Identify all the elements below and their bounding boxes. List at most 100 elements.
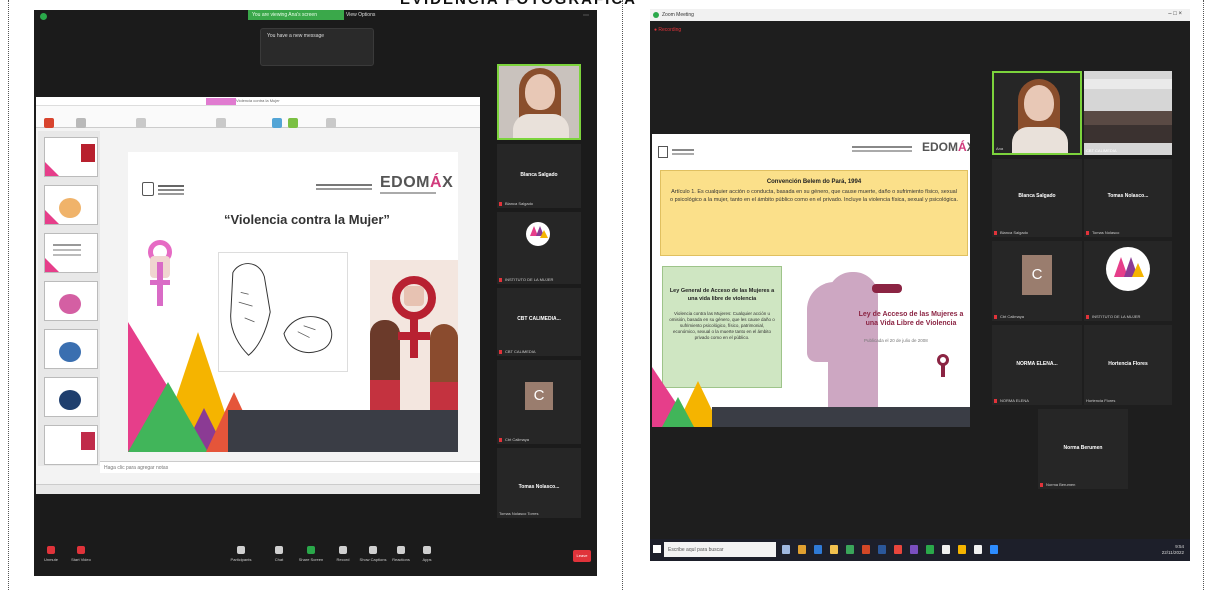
window-titlebar: Zoom Meeting – □ × bbox=[650, 9, 1190, 21]
participant-caption: CBT CALIMEDIA bbox=[1086, 148, 1117, 153]
chat-icon bbox=[275, 546, 283, 554]
zoom-taskbar-icon[interactable] bbox=[990, 545, 998, 554]
unmute-button[interactable]: Unmute bbox=[34, 546, 68, 562]
ppt-title-bar: Violencia contra la Mujer bbox=[36, 97, 480, 106]
app-icon[interactable] bbox=[974, 545, 982, 554]
apps-icon bbox=[423, 546, 431, 554]
ppt-ribbon bbox=[36, 106, 480, 128]
participant-tile[interactable]: Tomas Nolasco... Tomas Nolasco bbox=[1084, 159, 1172, 237]
teams-icon[interactable] bbox=[910, 545, 918, 554]
decor-triangle-green bbox=[128, 382, 208, 452]
participant-tile[interactable]: Hortencia Flores Hortencia Flores bbox=[1084, 325, 1172, 405]
participant-tile[interactable]: CBT CALIMEDIA... CBT CALIMEDIA bbox=[497, 288, 581, 356]
view-options-button[interactable]: View Options bbox=[346, 10, 375, 20]
apps-button[interactable]: Apps bbox=[410, 546, 444, 562]
participant-video-tile[interactable]: CBT CALIMEDIA bbox=[1084, 71, 1172, 155]
slide-footer-bar bbox=[228, 410, 458, 452]
window-title: Zoom Meeting bbox=[662, 12, 694, 18]
slide-thumbnail[interactable] bbox=[44, 329, 98, 369]
general-law-title: Ley General de Acceso de las Mujeres a u… bbox=[669, 288, 775, 302]
participant-caption: Norma Berumen bbox=[1046, 482, 1076, 487]
ppt-contextual-tab[interactable] bbox=[206, 98, 236, 105]
participants-button[interactable]: Participants bbox=[224, 546, 258, 562]
editing-icon[interactable] bbox=[326, 118, 336, 128]
slide-thumbnail[interactable] bbox=[44, 425, 98, 465]
windows-start-icon[interactable] bbox=[653, 545, 661, 553]
department-text bbox=[316, 184, 372, 186]
start-video-button[interactable]: Start Video bbox=[64, 546, 98, 562]
paste-icon[interactable] bbox=[44, 118, 54, 128]
participant-video-tile[interactable]: Ana bbox=[992, 71, 1082, 155]
file-explorer-icon[interactable] bbox=[798, 545, 806, 554]
participant-tile[interactable]: NORMA ELENA... NORMA ELENA bbox=[992, 325, 1082, 405]
new-slide-icon[interactable] bbox=[76, 118, 86, 128]
share-screen-button[interactable]: Share Screen bbox=[294, 546, 328, 562]
participant-tile[interactable]: Blanca Salgado Blanca Salgado bbox=[992, 159, 1082, 237]
ppt-status-bar bbox=[36, 484, 480, 494]
slide-thumbnail[interactable] bbox=[44, 137, 98, 177]
taskbar-search-input[interactable]: Escribe aquí para buscar bbox=[664, 542, 776, 557]
slide-thumbnail[interactable] bbox=[44, 233, 98, 273]
folder-icon[interactable] bbox=[830, 545, 838, 554]
leave-button[interactable]: Leave bbox=[573, 550, 591, 562]
muted-mic-icon bbox=[499, 278, 502, 282]
muted-mic-icon bbox=[499, 202, 502, 206]
participant-caption: CBT CALIMEDIA bbox=[505, 349, 536, 354]
edomex-tagline bbox=[380, 192, 436, 194]
excel-icon[interactable] bbox=[846, 545, 854, 554]
whatsapp-icon[interactable] bbox=[926, 545, 934, 554]
window-controls[interactable]: – □ × bbox=[1168, 11, 1182, 17]
shapes-icon[interactable] bbox=[272, 118, 282, 128]
participant-caption: INSTITUTO DE LA MUJER bbox=[505, 277, 554, 282]
app-icon[interactable] bbox=[958, 545, 966, 554]
participant-tile[interactable]: Blanca Salgado Blanca Salgado bbox=[497, 144, 581, 208]
convention-title: Convención Belem do Pará, 1994 bbox=[766, 179, 862, 185]
participant-tile[interactable]: C Cbt Calimaya bbox=[992, 241, 1082, 321]
font-icon[interactable] bbox=[136, 118, 146, 128]
app-icon[interactable] bbox=[942, 545, 950, 554]
participants-icon bbox=[237, 546, 245, 554]
slide-thumbnails bbox=[38, 131, 100, 466]
participant-tile[interactable]: Norma Berumen Norma Berumen bbox=[1038, 409, 1128, 489]
general-law-text: Violencia contra las Mujeres: Cualquier … bbox=[669, 311, 775, 340]
muted-mic-icon bbox=[994, 399, 997, 403]
participant-tile[interactable]: Tomas Nolasco... Tomas Nolasco Torres bbox=[497, 448, 581, 518]
word-icon[interactable] bbox=[878, 545, 886, 554]
participant-name: Blanca Salgado bbox=[1018, 193, 1056, 199]
section-pill bbox=[872, 284, 902, 293]
muted-mic-icon bbox=[499, 438, 502, 442]
edge-icon[interactable] bbox=[814, 545, 822, 554]
chat-button[interactable]: Chat bbox=[262, 546, 296, 562]
notes-field[interactable]: Haga clic para agregar notas bbox=[100, 461, 480, 473]
arrange-icon[interactable] bbox=[288, 118, 298, 128]
more-icon[interactable]: ⋯ bbox=[583, 12, 589, 19]
screen-share-banner[interactable]: You are viewing Ana's screen bbox=[248, 10, 344, 20]
participant-name: Hortencia Flores bbox=[1108, 361, 1148, 367]
participant-tile[interactable]: C Cbt Calimaya bbox=[497, 360, 581, 444]
powerpoint-icon[interactable] bbox=[862, 545, 870, 554]
muted-mic-icon bbox=[1086, 231, 1089, 235]
shared-slide: EDOMÁX Convención Belem do Pará, 1994 Ar… bbox=[652, 134, 970, 427]
edomex-avatar bbox=[526, 222, 550, 246]
edomex-logo: EDOMÁX bbox=[922, 140, 970, 154]
slide-thumbnail[interactable] bbox=[44, 185, 98, 225]
participant-tile[interactable]: INSTITUTO DE LA MUJER bbox=[497, 212, 581, 284]
slide-title: “Violencia contra la Mujer” bbox=[224, 212, 390, 227]
participant-caption: Tomas Nolasco Torres bbox=[499, 511, 539, 516]
chrome-icon[interactable] bbox=[894, 545, 902, 554]
participant-caption: Blanca Salgado bbox=[505, 201, 534, 206]
participant-caption: Hortencia Flores bbox=[1086, 398, 1116, 403]
system-tray[interactable]: 9:54 22/11/2022 bbox=[1162, 544, 1184, 556]
participant-tile[interactable]: INSTITUTO DE LA MUJER bbox=[1084, 241, 1172, 321]
state-law-date: Publicada el 20 de julio de 2008 bbox=[864, 338, 928, 343]
windows-taskbar: Escribe aquí para buscar 9:54 22/11/2022 bbox=[650, 539, 1190, 561]
participant-caption: Blanca Salgado bbox=[1000, 230, 1029, 235]
paragraph-icon[interactable] bbox=[216, 118, 226, 128]
chat-notification[interactable]: You have a new message bbox=[260, 28, 374, 66]
zoom-toolbar: Unmute Start Video Participants Chat Sha… bbox=[34, 540, 597, 576]
task-view-icon[interactable] bbox=[782, 545, 790, 554]
slide-thumbnail[interactable] bbox=[44, 281, 98, 321]
participant-video-tile[interactable] bbox=[497, 64, 581, 140]
record-button[interactable]: Record bbox=[326, 546, 360, 562]
slide-thumbnail[interactable] bbox=[44, 377, 98, 417]
